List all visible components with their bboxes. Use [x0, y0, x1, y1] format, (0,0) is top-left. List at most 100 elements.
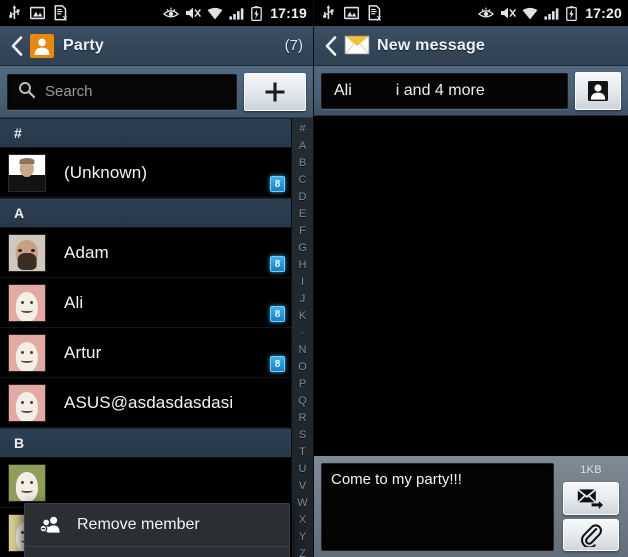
list-item[interactable] [0, 458, 291, 508]
contact-group-icon [30, 33, 54, 58]
battery-icon [566, 5, 578, 21]
alpha-index-item[interactable]: # [292, 120, 313, 137]
alpha-index-item[interactable]: F [292, 222, 313, 239]
member-count: (7) [284, 37, 303, 54]
message-thread-area [314, 116, 628, 496]
alpha-index-item[interactable]: V [292, 478, 313, 495]
context-menu[interactable]: Remove member Send message [24, 503, 290, 557]
alpha-index-item[interactable]: C [292, 171, 313, 188]
alpha-index-item[interactable]: W [292, 495, 313, 512]
wifi-icon [207, 7, 223, 20]
alpha-index-item[interactable]: · [292, 324, 313, 341]
contact-name: Artur [64, 342, 102, 362]
contact-name: (Unknown) [64, 162, 148, 182]
section-header: B [0, 428, 291, 458]
alpha-index-item[interactable]: J [292, 290, 313, 307]
status-bar: x [0, 0, 313, 26]
alpha-index-item[interactable]: O [292, 358, 313, 375]
contacts-list[interactable]: # (Unknown) 8 A Adam 8 Ali 8 Artur 8 ASU… [0, 118, 291, 557]
dual-screenshot: x 17:19 Party (7) Search # (Unknown) 8 A… [0, 0, 628, 557]
usb-icon [8, 5, 21, 21]
status-badge: 8 [270, 356, 285, 372]
contact-name: Adam [64, 242, 109, 262]
status-badge: 8 [270, 256, 285, 272]
list-item[interactable]: Adam 8 [0, 228, 291, 278]
alpha-index-item[interactable]: Y [292, 529, 313, 546]
avatar [8, 383, 46, 422]
alpha-index-item[interactable]: A [292, 137, 313, 154]
status-bar-right-icons: 17:19 [163, 5, 307, 21]
list-item[interactable]: (Unknown) 8 [0, 148, 291, 198]
cartoon-face [9, 335, 45, 371]
page-title: New message [377, 36, 486, 54]
contacts-group-screen: x 17:19 Party (7) Search # (Unknown) 8 A… [0, 0, 314, 557]
list-item[interactable]: Ali 8 [0, 278, 291, 328]
alpha-index-item[interactable]: I [292, 273, 313, 290]
battery-icon [251, 5, 263, 21]
search-input[interactable]: Search [7, 73, 237, 110]
smart-stay-eye-icon [163, 7, 180, 19]
action-bar: New message [314, 26, 628, 66]
recipient-row: Ali i and 4 more [314, 66, 628, 116]
alpha-index-item[interactable]: E [292, 205, 313, 222]
alpha-index-item[interactable]: P [292, 375, 313, 392]
avatar [8, 283, 46, 322]
alpha-index-item[interactable]: G [292, 239, 313, 256]
alpha-index-item[interactable]: R [292, 410, 313, 427]
back-chevron-icon[interactable] [322, 33, 340, 59]
alpha-index-item[interactable]: Q [292, 393, 313, 410]
recipient-input[interactable]: Ali i and 4 more [321, 72, 568, 109]
status-bar-left-icons: x [8, 5, 69, 22]
smart-stay-eye-icon [478, 7, 495, 19]
section-letter: B [14, 435, 25, 451]
document-error-icon: x [54, 5, 69, 22]
back-chevron-icon[interactable] [8, 33, 26, 59]
alpha-index-item[interactable]: S [292, 427, 313, 444]
menu-item-remove-member[interactable]: Remove member [25, 504, 289, 547]
menu-item-send-message[interactable]: Send message [25, 547, 289, 557]
search-row: Search [0, 66, 313, 118]
message-size: 1KB [580, 464, 602, 476]
menu-item-label: Remove member [77, 516, 200, 533]
mute-icon [500, 6, 517, 20]
alpha-index-item[interactable]: T [292, 444, 313, 461]
svg-text:x: x [377, 13, 382, 21]
status-bar-right-icons: 17:20 [478, 5, 622, 21]
list-item[interactable]: Artur 8 [0, 328, 291, 378]
attach-button[interactable] [563, 518, 619, 551]
new-message-screen: x 17:20 New message Ali i and 4 more Com… [314, 0, 628, 557]
alpha-index-item[interactable]: N [292, 341, 313, 358]
usb-icon [322, 5, 335, 21]
section-header: A [0, 198, 291, 228]
contacts-list-area: # (Unknown) 8 A Adam 8 Ali 8 Artur 8 ASU… [0, 118, 313, 557]
document-error-icon: x [368, 5, 383, 22]
contact-picker-button[interactable] [575, 71, 621, 110]
status-bar-clock: 17:20 [585, 5, 622, 21]
alpha-index-item[interactable]: X [292, 512, 313, 529]
alpha-index-item[interactable]: D [292, 188, 313, 205]
alpha-index-item[interactable]: U [292, 461, 313, 478]
signal-icon [544, 7, 560, 20]
alpha-index-item[interactable]: B [292, 154, 313, 171]
contact-name: Ali [64, 292, 84, 312]
list-item[interactable]: ASUS@asdasdasdasi [0, 378, 291, 428]
contact-name: ASUS@asdasdasdasi [64, 392, 234, 412]
send-button[interactable] [563, 482, 619, 515]
composer-actions: 1KB [560, 463, 622, 551]
alpha-index-item[interactable]: Z [292, 546, 313, 557]
search-icon [18, 81, 36, 103]
alpha-index-item[interactable]: K [292, 307, 313, 324]
recipient-more: i and 4 more [395, 81, 485, 99]
signal-icon [229, 7, 245, 20]
message-composer: Come to my party!!! 1KB [314, 456, 628, 557]
add-member-button[interactable] [244, 72, 306, 111]
status-badge: 8 [270, 306, 285, 322]
message-input[interactable]: Come to my party!!! [321, 463, 554, 551]
svg-text:x: x [63, 13, 68, 21]
alphabet-index[interactable]: # A B C D E F G H I J K · N O P Q R S T [291, 118, 313, 557]
alpha-index-item[interactable]: H [292, 256, 313, 273]
status-bar-left-icons: x [322, 5, 383, 22]
screenshot-icon [29, 6, 46, 20]
cartoon-face [9, 285, 45, 321]
wifi-icon [522, 7, 538, 20]
